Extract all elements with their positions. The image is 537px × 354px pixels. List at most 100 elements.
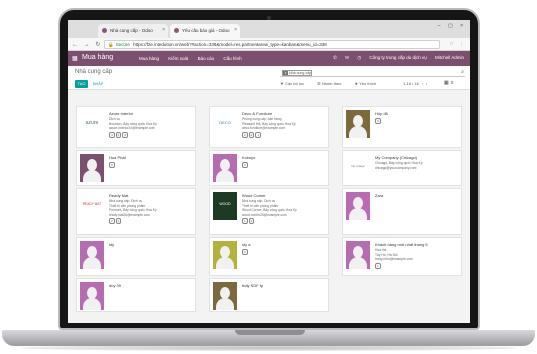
avatar-body bbox=[83, 257, 101, 269]
vendor-name[interactable]: Ready Mat bbox=[109, 193, 128, 198]
vendor-card[interactable]: Kokoyo 0 bbox=[209, 150, 329, 186]
badge-count[interactable]: 2 bbox=[248, 131, 255, 138]
avatar-placeholder-icon bbox=[80, 154, 104, 182]
vendor-name[interactable]: thấy SDF fp bbox=[242, 283, 263, 288]
vendor-name[interactable]: Zara bbox=[375, 193, 383, 198]
vendor-detail: azure.Interior24@example.com bbox=[109, 126, 156, 130]
badge-count[interactable]: 2 bbox=[242, 131, 248, 138]
vendor-name[interactable]: Wood Corner bbox=[242, 193, 266, 198]
vendor-name[interactable]: Hộp đỏ bbox=[375, 111, 388, 116]
company-logo: No Image bbox=[346, 154, 370, 182]
browser-tabbar: Nhà cung cấp - Odoo × Yêu cầu báo giá - … bbox=[68, 20, 470, 38]
badge-count[interactable]: 2 bbox=[122, 131, 129, 138]
vendor-card[interactable]: sty a 0 bbox=[209, 237, 329, 276]
avatar-placeholder-icon bbox=[346, 192, 370, 220]
vendor-name[interactable]: My Company (Chicago) bbox=[375, 155, 417, 160]
nav-buttons[interactable]: ← → ↻ bbox=[72, 41, 102, 48]
vendor-card[interactable]: Khách hàng mới nhất tháng 5 Hoa Hà Tây Hồ,… bbox=[342, 237, 462, 276]
pager-value[interactable]: 1-16 / 16 bbox=[403, 81, 419, 86]
menu-purchase[interactable]: Mua hàng bbox=[139, 56, 159, 61]
close-icon[interactable]: × bbox=[234, 27, 237, 33]
search-facet[interactable]: ▾ Nhà cung cấp bbox=[282, 70, 312, 76]
avatar-placeholder-icon bbox=[213, 241, 237, 269]
chat-icon[interactable]: ✉ bbox=[345, 55, 349, 60]
create-button[interactable]: TẠO bbox=[75, 80, 88, 88]
filter-bar: ▼ Các bộ lọc ☰ Nhóm theo ★ Yêu thích bbox=[280, 81, 388, 86]
facet-label: Nhà cung cấp bbox=[289, 71, 312, 75]
laptop-base bbox=[2, 330, 535, 346]
badge-count[interactable]: 0 bbox=[109, 162, 115, 168]
activity-badges: 0 bbox=[109, 162, 116, 168]
badge-count[interactable]: 4 bbox=[109, 131, 115, 138]
badge-count[interactable]: 1 bbox=[255, 131, 262, 138]
vendor-name[interactable]: duy 39 bbox=[109, 283, 121, 288]
vendor-card[interactable]: sty bbox=[76, 237, 196, 276]
avatar-body bbox=[349, 257, 367, 269]
vendor-name[interactable]: Khách hàng mới nhất tháng 5 bbox=[375, 242, 428, 247]
avatar-placeholder-icon bbox=[80, 282, 104, 310]
app-title[interactable]: Mua hàng bbox=[82, 54, 113, 61]
vendor-name[interactable]: sty a bbox=[242, 242, 250, 247]
filters-label: Các bộ lọc bbox=[285, 81, 304, 86]
clock-icon[interactable]: ◷ bbox=[357, 55, 361, 60]
activity-badges: 1 bbox=[375, 262, 382, 269]
vendor-card[interactable]: azure Azure Interior Dịch vụ Bourdon, Bảy c… bbox=[76, 106, 196, 148]
menu-reporting[interactable]: Báo cáo bbox=[198, 56, 215, 61]
view-switcher: ▦≡ bbox=[444, 80, 456, 86]
vendor-card[interactable]: READY MAT Ready Mat Nhà cung cấp, Dịch vụ T… bbox=[76, 188, 196, 235]
vendor-card[interactable]: thấy SDF fp bbox=[209, 278, 329, 312]
vendor-name[interactable]: Hoa Phát bbox=[109, 155, 126, 160]
user-menu[interactable]: Mitchell Admin bbox=[435, 55, 464, 60]
vendor-name[interactable]: Azure Interior bbox=[109, 111, 133, 116]
kanban-view-icon[interactable]: ▦ bbox=[444, 80, 451, 86]
phone-icon[interactable]: ✆ bbox=[333, 55, 337, 60]
vendor-name[interactable]: sty bbox=[109, 242, 114, 247]
vendor-card[interactable]: Hộp đỏ 0 bbox=[342, 106, 462, 148]
vendor-name[interactable]: Kokoyo bbox=[242, 155, 255, 160]
avatar-placeholder-icon bbox=[346, 241, 370, 269]
badge-count[interactable]: 2 bbox=[109, 218, 115, 224]
filters-button[interactable]: ▼ Các bộ lọc bbox=[280, 81, 310, 86]
badge-count[interactable]: 1 bbox=[242, 218, 248, 224]
groupby-button[interactable]: ☰ Nhóm theo bbox=[317, 81, 347, 86]
url-input[interactable]: 🔒 Secure https://f2e.intedution.vn/web?#a… bbox=[104, 40, 440, 49]
vendor-detail: Pleasant Hill, Bảy cộng quốc Hoa Kỳ bbox=[242, 121, 296, 126]
pager-next-icon[interactable]: › bbox=[425, 81, 427, 86]
badge-count[interactable]: 1 bbox=[375, 262, 381, 269]
badge-count[interactable]: 0 bbox=[115, 131, 122, 138]
company-switcher[interactable]: Công ty trung cấp du dịch vụ bbox=[369, 55, 426, 60]
menu-config[interactable]: Cấu hình bbox=[223, 56, 241, 61]
badge-count[interactable]: 0 bbox=[242, 162, 248, 168]
vendor-card[interactable]: Zara bbox=[342, 188, 462, 235]
favorites-button[interactable]: ★ Yêu thích bbox=[355, 81, 383, 86]
close-icon[interactable]: × bbox=[162, 27, 165, 33]
window-controls[interactable]: – ▢ × bbox=[438, 23, 466, 29]
import-button[interactable]: NHẬP bbox=[90, 80, 106, 88]
apps-grid-icon[interactable]: ▦ bbox=[72, 55, 78, 62]
vendor-card[interactable]: WOOD Wood Corner Nhà cung cấp, Dịch vụ Thiế… bbox=[209, 188, 329, 235]
nav-right: ✆ ✉ ◷ Công ty trung cấp du dịch vụ Mitch… bbox=[326, 55, 464, 61]
vendor-detail: ready.mat28@example.com bbox=[109, 212, 151, 217]
vendor-detail: Bourdon, Bảy cộng quốc Hoa Kỳ bbox=[109, 121, 157, 126]
menu-control[interactable]: Kiểm soát bbox=[168, 56, 188, 61]
vendor-name[interactable]: Deco & Furniture bbox=[242, 111, 272, 116]
browser-tab-1[interactable]: Nhà cung cấp - Odoo × bbox=[98, 24, 168, 38]
vendor-card[interactable]: DECO Deco & Furniture Phòng cung cấp, bán … bbox=[209, 106, 329, 148]
pager-prev-icon[interactable]: ‹ bbox=[420, 81, 423, 86]
vendor-detail: Phòng cung cấp, bán hàng bbox=[242, 117, 282, 121]
badge-count[interactable]: 1 bbox=[248, 218, 255, 224]
search-input[interactable]: ▾ Nhà cung cấp ⌕ bbox=[280, 69, 465, 77]
search-icon[interactable]: ⌕ bbox=[461, 69, 464, 75]
list-view-icon[interactable]: ≡ bbox=[451, 80, 456, 86]
vendor-detail: Hoa Hà bbox=[375, 248, 387, 252]
badge-count[interactable]: 1 bbox=[115, 218, 122, 224]
company-logo: WOOD bbox=[213, 192, 237, 220]
browser-menu-icon[interactable]: ☆ ⋮ bbox=[449, 41, 466, 47]
browser-tab-2[interactable]: Yêu cầu báo giá - Odoo × bbox=[170, 24, 240, 38]
vendor-card[interactable]: Hoa Phát 0 bbox=[76, 150, 196, 186]
vendor-card[interactable]: duy 39 bbox=[76, 278, 196, 312]
badge-count[interactable]: 0 bbox=[375, 118, 381, 124]
activity-badges: 402 bbox=[109, 131, 129, 138]
badge-count[interactable]: 0 bbox=[242, 249, 248, 255]
vendor-card[interactable]: No Image My Company (Chicago) Chicago, Bảy… bbox=[342, 150, 462, 186]
